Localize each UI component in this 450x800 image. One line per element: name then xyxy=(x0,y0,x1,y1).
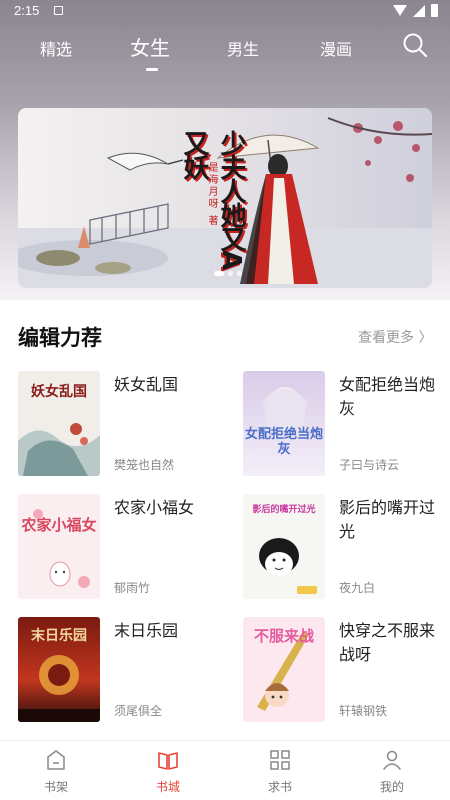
banner-pagination xyxy=(214,271,242,276)
top-tabs: 精选 女生 男生 漫画 xyxy=(0,30,450,71)
book-cover-title: 女配拒绝当炮灰 xyxy=(245,427,324,457)
book-author: 郁雨竹 xyxy=(114,581,151,595)
book-cover[interactable]: 农家小福女 xyxy=(18,494,100,599)
status-time: 2:15 xyxy=(14,3,40,18)
banner-author: 是海月呀 著 xyxy=(204,162,219,227)
tab-comics[interactable]: 漫画 xyxy=(320,36,352,60)
banner-dot[interactable] xyxy=(228,271,233,276)
nav-profile[interactable]: 我的 xyxy=(336,741,448,800)
person-icon xyxy=(383,750,401,770)
book-card[interactable]: 女配拒绝当炮灰 女配拒绝当炮灰 子曰与诗云 xyxy=(243,371,443,476)
book-cover-title: 影后的嘴开过光 xyxy=(252,505,316,515)
banner-dot-active[interactable] xyxy=(214,271,224,276)
section-title: 编辑力荐 xyxy=(18,326,102,350)
book-card[interactable]: 农家小福女 农家小福女 郁雨竹 xyxy=(18,494,218,599)
nav-label: 求书 xyxy=(267,780,292,794)
wifi-icon xyxy=(393,5,407,16)
book-title[interactable]: 快穿之不服来战呀 xyxy=(339,619,449,667)
book-author: 樊笼也自然 xyxy=(114,458,175,472)
status-bar: 2:15 xyxy=(0,0,450,22)
search-button[interactable] xyxy=(402,32,428,58)
nav-label: 我的 xyxy=(379,780,404,794)
book-cover[interactable]: 末日乐园 xyxy=(18,617,100,722)
book-card[interactable]: 妖女乱国 妖女乱国 樊笼也自然 xyxy=(18,371,218,476)
book-cover-art xyxy=(243,371,325,476)
bookshelf-icon xyxy=(47,750,65,770)
book-cover[interactable]: 妖女乱国 xyxy=(18,371,100,476)
book-title[interactable]: 妖女乱国 xyxy=(114,373,224,397)
book-cover-art xyxy=(18,494,100,599)
book-cover-title: 不服来战 xyxy=(253,627,314,645)
tab-female[interactable]: 女生 xyxy=(130,32,170,61)
book-cover[interactable]: 不服来战 xyxy=(243,617,325,722)
bottom-navigation: 书架 书城 求书 我的 xyxy=(0,740,450,800)
nav-bookshelf[interactable]: 书架 xyxy=(0,741,112,800)
book-card[interactable]: 不服来战 快穿之不服来战呀 轩辕钢铁 xyxy=(243,617,443,722)
nav-request-book[interactable]: 求书 xyxy=(224,741,336,800)
banner-author-name: 是海月呀 xyxy=(206,162,217,210)
book-cover[interactable]: 女配拒绝当炮灰 xyxy=(243,371,325,476)
active-tab-indicator xyxy=(146,68,158,71)
book-title[interactable]: 末日乐园 xyxy=(114,619,224,643)
book-cover-title: 末日乐园 xyxy=(31,628,87,644)
book-cover[interactable]: 影后的嘴开过光 xyxy=(243,494,325,599)
nav-label: 书架 xyxy=(43,780,68,794)
grid-icon xyxy=(270,750,290,770)
featured-banner[interactable]: 少夫人她又A又妖 是海月呀 著 xyxy=(18,108,432,288)
book-author: 子曰与诗云 xyxy=(339,458,400,472)
book-title[interactable]: 影后的嘴开过光 xyxy=(339,496,449,544)
nav-label: 书城 xyxy=(155,780,180,794)
notification-icon xyxy=(54,6,63,15)
book-card[interactable]: 末日乐园 末日乐园 须尾俱全 xyxy=(18,617,218,722)
battery-icon xyxy=(431,4,438,17)
banner-author-suffix: 著 xyxy=(206,215,217,228)
book-card[interactable]: 影后的嘴开过光 影后的嘴开过光 夜九白 xyxy=(243,494,443,599)
book-author: 须尾俱全 xyxy=(114,704,163,718)
see-more-link[interactable]: 查看更多 〉 xyxy=(358,327,432,347)
nav-bookstore[interactable]: 书城 xyxy=(112,741,224,800)
tab-featured[interactable]: 精选 xyxy=(40,36,72,60)
book-open-icon xyxy=(158,752,178,770)
book-title[interactable]: 女配拒绝当炮灰 xyxy=(339,373,449,421)
book-cover-title: 农家小福女 xyxy=(21,516,97,534)
tab-male[interactable]: 男生 xyxy=(227,36,259,60)
status-indicators xyxy=(393,4,438,17)
banner-dot[interactable] xyxy=(237,271,242,276)
book-author: 轩辕钢铁 xyxy=(339,704,388,718)
banner-title-block: 少夫人她又A又妖 xyxy=(168,126,246,276)
book-title[interactable]: 农家小福女 xyxy=(114,496,224,520)
search-icon xyxy=(403,33,428,58)
signal-icon xyxy=(413,4,425,17)
book-author: 夜九白 xyxy=(339,581,376,595)
book-cover-title: 妖女乱国 xyxy=(31,384,87,400)
